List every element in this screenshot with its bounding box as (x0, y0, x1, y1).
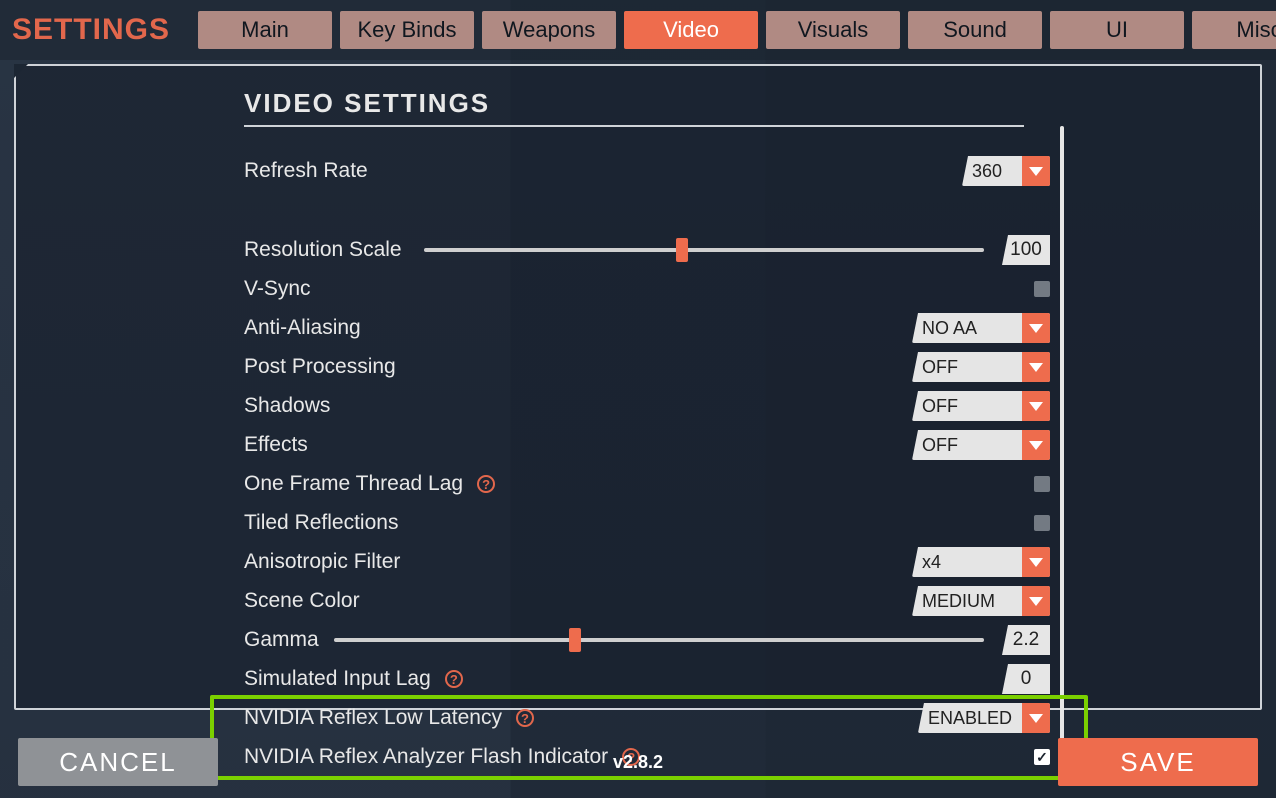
chevron-down-icon (1022, 586, 1050, 616)
checkbox-one-frame-thread-lag[interactable] (1034, 476, 1050, 492)
tab-ui[interactable]: UI (1050, 11, 1184, 49)
row-anisotropic-filter: Anisotropic Filter x4 (244, 545, 1064, 579)
dropdown-refresh-rate[interactable]: 360 (962, 156, 1050, 186)
checkbox-vsync[interactable] (1034, 281, 1050, 297)
dropdown-value: OFF (912, 435, 1022, 456)
page-title: SETTINGS (12, 13, 170, 47)
section-title: VIDEO SETTINGS (244, 88, 1024, 127)
label-shadows: Shadows (244, 394, 330, 418)
dropdown-value: MEDIUM (912, 591, 1022, 612)
label-post-processing: Post Processing (244, 355, 396, 379)
label-scene-color: Scene Color (244, 589, 360, 613)
dropdown-anisotropic-filter[interactable]: x4 (912, 547, 1050, 577)
slider-resolution-scale[interactable] (424, 248, 984, 252)
slider-thumb[interactable] (569, 628, 581, 652)
dropdown-effects[interactable]: OFF (912, 430, 1050, 460)
value-gamma[interactable]: 2.2 (1002, 625, 1050, 655)
row-effects: Effects OFF (244, 428, 1064, 462)
chevron-down-icon (1022, 547, 1050, 577)
dropdown-value: 360 (962, 161, 1022, 182)
row-refresh-rate: Refresh Rate 360 (244, 147, 1064, 195)
row-simulated-input-lag: Simulated Input Lag ? 0 (244, 662, 1064, 696)
label-anti-aliasing: Anti-Aliasing (244, 316, 361, 340)
topbar: SETTINGS Main Key Binds Weapons Video Vi… (0, 0, 1276, 60)
save-button[interactable]: SAVE (1058, 738, 1258, 786)
row-tiled-reflections: Tiled Reflections (244, 506, 1064, 540)
version-label: v2.8.2 (613, 752, 663, 773)
row-shadows: Shadows OFF (244, 389, 1064, 423)
dropdown-value: NO AA (912, 318, 1022, 339)
row-one-frame-thread-lag: One Frame Thread Lag ? (244, 467, 1064, 501)
help-icon[interactable]: ? (516, 709, 534, 727)
tab-weapons[interactable]: Weapons (482, 11, 616, 49)
label-refresh-rate: Refresh Rate (244, 159, 368, 183)
row-anti-aliasing: Anti-Aliasing NO AA (244, 311, 1064, 345)
cancel-button[interactable]: CANCEL (18, 738, 218, 786)
dropdown-value: OFF (912, 396, 1022, 417)
label-resolution-scale: Resolution Scale (244, 238, 424, 262)
slider-thumb[interactable] (676, 238, 688, 262)
label-simulated-input-lag: Simulated Input Lag ? (244, 667, 463, 691)
dropdown-value: OFF (912, 357, 1022, 378)
tab-visuals[interactable]: Visuals (766, 11, 900, 49)
dropdown-anti-aliasing[interactable]: NO AA (912, 313, 1050, 343)
tab-sound[interactable]: Sound (908, 11, 1042, 49)
dropdown-scene-color[interactable]: MEDIUM (912, 586, 1050, 616)
settings-rows: Refresh Rate 360 Resolution Scale (244, 147, 1064, 774)
dropdown-value: x4 (912, 552, 1022, 573)
tab-video[interactable]: Video (624, 11, 758, 49)
tab-misc[interactable]: Misc (1192, 11, 1276, 49)
row-post-processing: Post Processing OFF (244, 350, 1064, 384)
label-gamma: Gamma (244, 628, 334, 652)
footer: CANCEL v2.8.2 SAVE (0, 726, 1276, 798)
row-vsync: V-Sync (244, 272, 1064, 306)
chevron-down-icon (1022, 156, 1050, 186)
help-icon[interactable]: ? (477, 475, 495, 493)
label-text: One Frame Thread Lag (244, 472, 463, 496)
tab-key-binds[interactable]: Key Binds (340, 11, 474, 49)
chevron-down-icon (1022, 313, 1050, 343)
chevron-down-icon (1022, 352, 1050, 382)
value-resolution-scale[interactable]: 100 (1002, 235, 1050, 265)
chevron-down-icon (1022, 430, 1050, 460)
label-text: Simulated Input Lag (244, 667, 431, 691)
row-scene-color: Scene Color MEDIUM (244, 584, 1064, 618)
label-effects: Effects (244, 433, 308, 457)
chevron-down-icon (1022, 391, 1050, 421)
label-tiled-reflections: Tiled Reflections (244, 511, 398, 535)
slider-gamma[interactable] (334, 638, 984, 642)
value-simulated-input-lag[interactable]: 0 (1002, 664, 1050, 694)
settings-panel: VIDEO SETTINGS Refresh Rate 360 Resoluti… (14, 64, 1262, 710)
label-one-frame-thread-lag: One Frame Thread Lag ? (244, 472, 495, 496)
tab-main[interactable]: Main (198, 11, 332, 49)
label-vsync: V-Sync (244, 277, 311, 301)
checkbox-tiled-reflections[interactable] (1034, 515, 1050, 531)
label-anisotropic-filter: Anisotropic Filter (244, 550, 400, 574)
help-icon[interactable]: ? (445, 670, 463, 688)
row-resolution-scale: Resolution Scale 100 (244, 233, 1064, 267)
dropdown-shadows[interactable]: OFF (912, 391, 1050, 421)
tabs: Main Key Binds Weapons Video Visuals Sou… (198, 11, 1276, 49)
row-gamma: Gamma 2.2 (244, 623, 1064, 657)
dropdown-post-processing[interactable]: OFF (912, 352, 1050, 382)
